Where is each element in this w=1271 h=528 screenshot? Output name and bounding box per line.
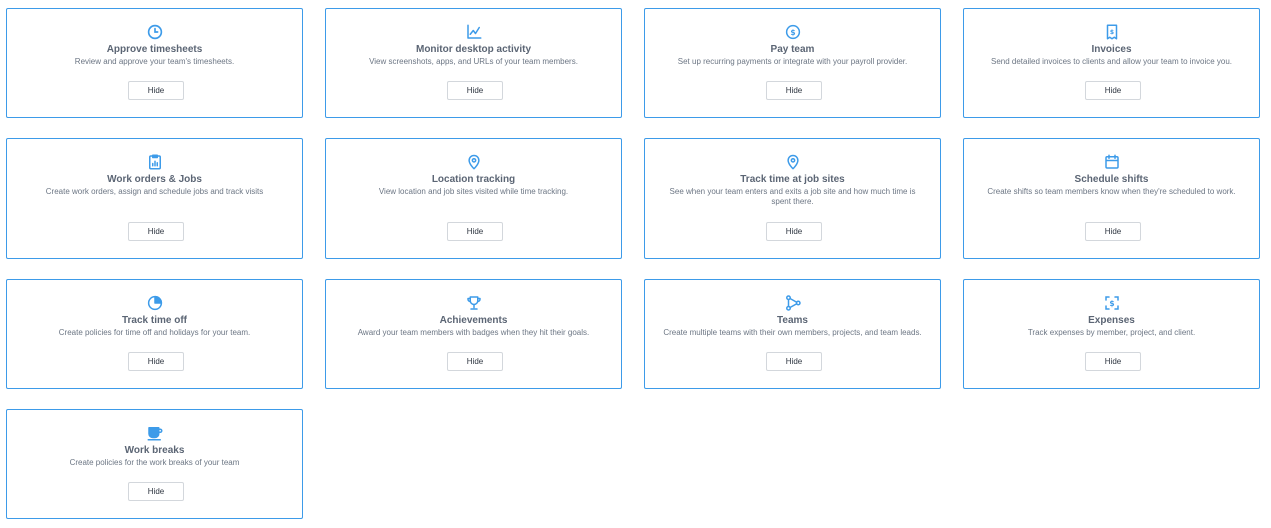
card-title: Work breaks (124, 445, 185, 456)
card-approve-timesheets: Approve timesheets Review and approve yo… (6, 8, 303, 118)
team-network-icon (784, 294, 802, 312)
card-title: Track time at job sites (740, 174, 845, 185)
card-description: Create multiple teams with their own mem… (663, 328, 922, 337)
card-title: Approve timesheets (106, 44, 203, 55)
card-work-orders-jobs: Work orders & Jobs Create work orders, a… (6, 138, 303, 259)
hide-button[interactable]: Hide (128, 482, 184, 501)
card-title: Achievements (439, 315, 508, 326)
hide-button[interactable]: Hide (447, 352, 503, 371)
card-expenses: $ Expenses Track expenses by member, pro… (963, 279, 1260, 389)
trophy-icon (465, 294, 483, 312)
calendar-icon (1103, 153, 1121, 171)
card-achievements: Achievements Award your team members wit… (325, 279, 622, 389)
hide-button[interactable]: Hide (128, 81, 184, 100)
chart-activity-icon (465, 23, 483, 41)
card-title: Pay team (770, 44, 815, 55)
hide-button[interactable]: Hide (766, 352, 822, 371)
hide-button[interactable]: Hide (1085, 222, 1141, 241)
card-description: Create policies for the work breaks of y… (69, 458, 240, 467)
pie-chart-icon (146, 294, 164, 312)
card-description: Create work orders, assign and schedule … (45, 187, 264, 196)
card-title: Monitor desktop activity (415, 44, 531, 55)
location-pin-icon (784, 153, 802, 171)
card-title: Expenses (1088, 315, 1135, 326)
card-title: Schedule shifts (1074, 174, 1149, 185)
card-location-tracking: Location tracking View location and job … (325, 138, 622, 259)
hide-button[interactable]: Hide (1085, 81, 1141, 100)
card-description: Set up recurring payments or integrate w… (677, 57, 908, 66)
hide-button[interactable]: Hide (1085, 352, 1141, 371)
hide-button[interactable]: Hide (766, 222, 822, 241)
card-track-time-job-sites: Track time at job sites See when your te… (644, 138, 941, 259)
card-description: Create shifts so team members know when … (987, 187, 1236, 196)
hide-button[interactable]: Hide (128, 352, 184, 371)
card-pay-team: $ Pay team Set up recurring payments or … (644, 8, 941, 118)
card-description: View location and job sites visited whil… (378, 187, 569, 196)
svg-text:$: $ (1109, 299, 1114, 308)
card-title: Teams (777, 315, 808, 326)
expense-scan-icon: $ (1103, 294, 1121, 312)
card-monitor-desktop-activity: Monitor desktop activity View screenshot… (325, 8, 622, 118)
feature-grid: Approve timesheets Review and approve yo… (0, 0, 1271, 528)
card-title: Track time off (121, 315, 188, 326)
card-description: Create policies for time off and holiday… (58, 328, 251, 337)
card-schedule-shifts: Schedule shifts Create shifts so team me… (963, 138, 1260, 259)
hide-button[interactable]: Hide (766, 81, 822, 100)
coffee-cup-icon (146, 424, 164, 442)
card-description: Review and approve your team's timesheet… (74, 57, 235, 66)
receipt-icon: $ (1103, 23, 1121, 41)
card-description: See when your team enters and exits a jo… (669, 187, 916, 206)
card-description: Send detailed invoices to clients and al… (990, 57, 1233, 66)
card-title: Location tracking (431, 174, 516, 185)
clipboard-icon (146, 153, 164, 171)
hide-button[interactable]: Hide (128, 222, 184, 241)
svg-text:$: $ (790, 28, 795, 37)
dollar-circle-icon: $ (784, 23, 802, 41)
card-title: Work orders & Jobs (107, 174, 202, 185)
card-teams: Teams Create multiple teams with their o… (644, 279, 941, 389)
card-description: Track expenses by member, project, and c… (1027, 328, 1196, 337)
card-work-breaks: Work breaks Create policies for the work… (6, 409, 303, 519)
hide-button[interactable]: Hide (447, 222, 503, 241)
card-invoices: $ Invoices Send detailed invoices to cli… (963, 8, 1260, 118)
card-description: Award your team members with badges when… (357, 328, 590, 337)
card-title: Invoices (1091, 44, 1132, 55)
clock-icon (146, 23, 164, 41)
location-pin-icon (465, 153, 483, 171)
card-track-time-off: Track time off Create policies for time … (6, 279, 303, 389)
card-description: View screenshots, apps, and URLs of your… (369, 57, 578, 66)
svg-text:$: $ (1109, 29, 1113, 36)
hide-button[interactable]: Hide (447, 81, 503, 100)
